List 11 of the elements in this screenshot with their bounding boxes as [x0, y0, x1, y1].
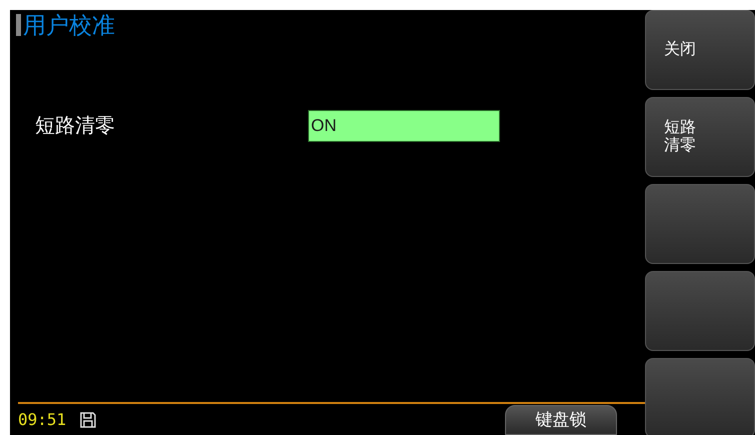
soft-key-button[interactable]: 短路清零 — [645, 97, 755, 177]
setting-label: 短路清零 — [34, 114, 116, 139]
soft-key-button[interactable] — [645, 358, 755, 435]
setting-value-field[interactable]: ON — [308, 110, 500, 142]
keyboard-lock-button[interactable]: 键盘锁 — [505, 404, 617, 434]
soft-key-button[interactable] — [645, 271, 755, 351]
title-marker — [16, 14, 21, 36]
soft-key-button[interactable]: 关闭 — [645, 10, 755, 90]
page-title: 用户校准 — [23, 12, 115, 38]
clock-time: 09:51 — [18, 408, 66, 430]
soft-key-button[interactable] — [645, 184, 755, 264]
